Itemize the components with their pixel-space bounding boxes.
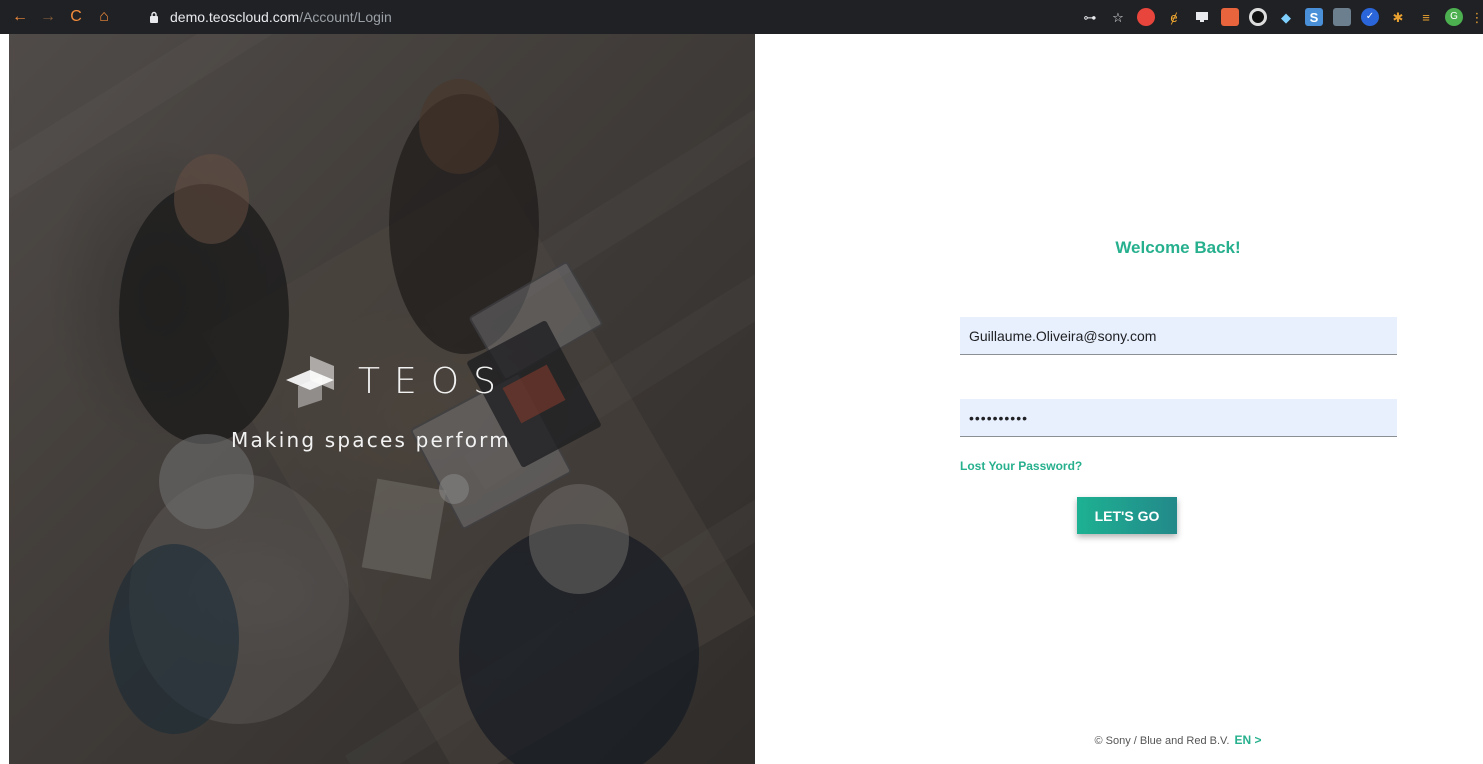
reload-icon[interactable]: C [64, 5, 88, 29]
lost-password-link[interactable]: Lost Your Password? [960, 459, 1082, 473]
teos-brand: TEOS [284, 352, 510, 410]
bookmark-star-icon[interactable]: ☆ [1109, 8, 1127, 26]
welcome-title: Welcome Back! [1115, 238, 1241, 257]
language-selector[interactable]: EN > [1234, 733, 1261, 747]
home-icon[interactable]: ⌂ [92, 5, 116, 29]
password-key-icon[interactable]: ⊶ [1081, 8, 1099, 26]
extensions-bar: ⊶ ☆ ɇ ◆ S ✓ ✱ ≡ G ⋮ [1071, 5, 1483, 29]
extension-s-icon[interactable]: S [1305, 8, 1323, 26]
brand-name: TEOS [358, 360, 510, 402]
lock-icon [146, 9, 162, 25]
url-host: demo.teoscloud.com [170, 9, 300, 25]
email-input[interactable]: Guillaume.Oliveira@sony.com [960, 317, 1397, 355]
extension-monitor-icon[interactable] [1193, 8, 1211, 26]
reading-list-icon[interactable]: ≡ [1417, 8, 1435, 26]
browser-toolbar: ← → C ⌂ demo.teoscloud.com/Account/Login… [0, 0, 1483, 34]
browser-menu-icon[interactable]: ⋮ [1471, 8, 1483, 26]
tagline: Making spaces perform [231, 428, 511, 452]
extension-check-icon[interactable]: ✓ [1361, 8, 1379, 26]
url-path: /Account/Login [299, 9, 392, 25]
hero-image: TEOS Making spaces perform [9, 34, 755, 764]
extension-ring-icon[interactable] [1249, 8, 1267, 26]
lets-go-button[interactable]: LET'S GO [1077, 497, 1177, 534]
back-icon[interactable]: ← [8, 5, 32, 29]
extension-bug-icon[interactable]: ɇ [1165, 8, 1183, 26]
extension-gem-icon[interactable]: ◆ [1277, 8, 1295, 26]
extensions-puzzle-icon[interactable]: ✱ [1389, 8, 1407, 26]
profile-avatar[interactable]: G [1445, 8, 1463, 26]
password-input[interactable]: •••••••••• [960, 399, 1397, 437]
footer: © Sony / Blue and Red B.V. EN > [960, 733, 1396, 747]
extension-orange-icon[interactable] [1221, 8, 1239, 26]
extension-adblock-icon[interactable] [1137, 8, 1155, 26]
copyright-text: © Sony / Blue and Red B.V. [1094, 735, 1230, 747]
forward-icon[interactable]: → [36, 5, 60, 29]
teos-logo-icon [286, 356, 334, 408]
address-bar[interactable]: demo.teoscloud.com/Account/Login [146, 6, 1006, 28]
extension-box-icon[interactable] [1333, 8, 1351, 26]
